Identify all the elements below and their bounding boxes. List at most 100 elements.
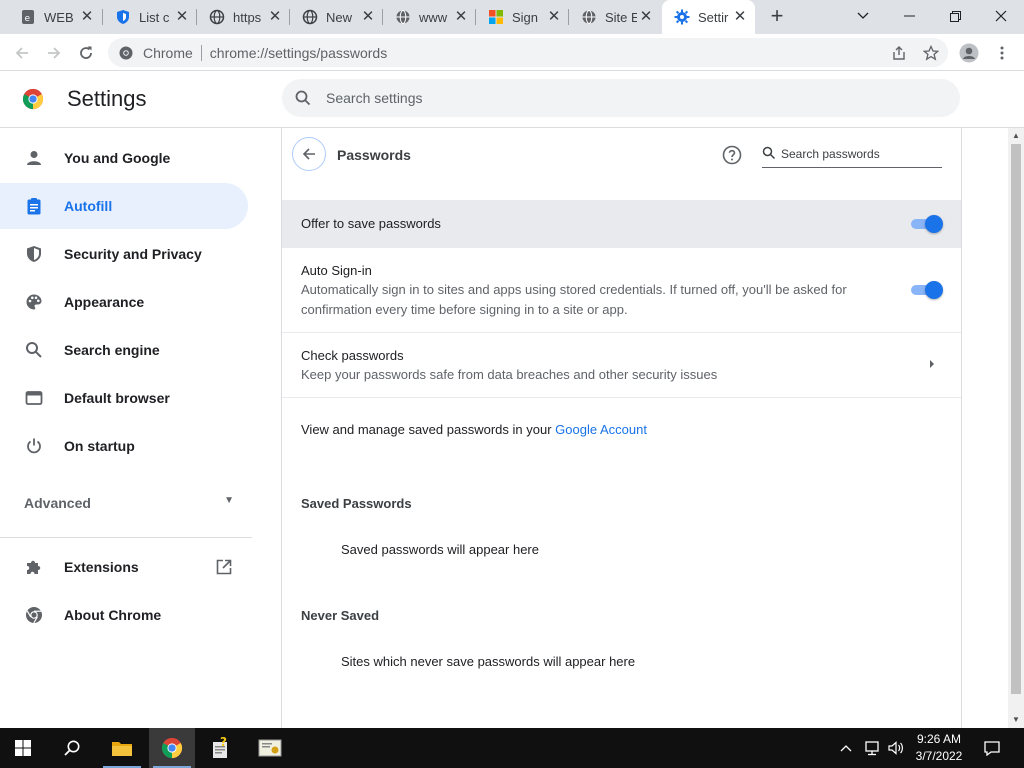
sidebar-item-extensions[interactable]: Extensions [0,544,248,590]
network-button[interactable] [860,728,884,768]
chrome-site-icon [118,45,134,61]
offer-to-save-row[interactable]: Offer to save passwords [282,200,961,248]
help-icon[interactable] [722,145,742,165]
tab-www[interactable]: www ✕ [383,0,476,34]
scroll-up-icon[interactable]: ▲ [1012,131,1020,140]
site-chip: Chrome [143,44,193,61]
close-icon[interactable]: ✕ [359,8,377,26]
avatar-icon [959,43,979,63]
search-passwords-input[interactable]: Search passwords [762,142,942,168]
speaker-icon [888,741,903,755]
chevron-up-icon [840,745,852,752]
close-icon[interactable]: ✕ [731,8,749,26]
network-icon [865,741,879,756]
google-account-link[interactable]: Google Account [555,422,647,437]
certificate-icon [258,739,282,757]
notifications-button[interactable] [974,728,1010,768]
address-bar[interactable]: Chrome chrome://settings/passwords [108,38,948,67]
folder-icon [112,742,132,756]
reload-button[interactable] [73,40,99,66]
page-title: Settings [67,86,147,111]
search-placeholder: Search settings [326,90,423,106]
settings-sidebar: You and Google Autofill Security and Pri… [0,129,260,729]
auto-sign-in-label: Auto Sign-in [301,263,372,278]
minimize-button[interactable] [886,0,932,32]
manage-passwords-row: View and manage saved passwords in your … [282,420,961,444]
url-text[interactable]: chrome://settings/passwords [210,45,387,61]
manage-passwords-prefix: View and manage saved passwords in your [301,422,556,437]
sidebar-item-appearance[interactable]: Appearance [0,279,248,325]
arrow-right-icon [930,360,934,368]
tab-site[interactable]: Site E ✕ [569,0,661,34]
tab-title: List c [139,9,170,25]
taskbar-file-explorer[interactable] [99,728,145,768]
taskbar-app-notes[interactable]: ? [198,728,244,768]
sidebar-item-default-browser[interactable]: Default browser [0,375,248,421]
taskbar-search-button[interactable] [49,728,95,768]
clock-date[interactable]: 3/7/2022 [908,749,970,763]
close-icon[interactable]: ✕ [452,8,470,26]
close-icon[interactable]: ✕ [78,8,96,26]
volume-button[interactable] [884,728,908,768]
svg-text:?: ? [220,737,227,749]
tab-sign[interactable]: Sign ✕ [476,0,569,34]
auto-sign-in-toggle[interactable] [909,281,943,299]
sidebar-item-on-startup[interactable]: On startup [0,423,248,469]
tab-title: https [233,9,262,25]
sidebar-item-search-engine[interactable]: Search engine [0,327,248,373]
tab-list[interactable]: List c ✕ [103,0,197,34]
profile-button[interactable] [956,40,982,66]
back-button[interactable] [9,40,35,66]
menu-button[interactable] [989,40,1015,66]
back-button[interactable] [292,137,326,171]
taskbar-app-certificate[interactable] [247,728,293,768]
close-icon[interactable]: ✕ [266,8,284,26]
chrome-icon [161,737,183,759]
clock-time[interactable]: 9:26 AM [908,732,970,746]
restore-button[interactable] [932,0,978,32]
page-favicon-icon: e [20,9,36,25]
tab-web[interactable]: e WEB ✕ [8,0,102,34]
tray-overflow-button[interactable] [836,728,856,768]
forward-button[interactable] [41,40,67,66]
start-button[interactable] [0,728,46,768]
settings-header: Settings Search settings [0,71,1024,128]
settings-search-input[interactable]: Search settings [282,79,960,117]
share-button[interactable] [886,40,912,66]
new-tab-button[interactable]: + [766,5,788,28]
close-window-button[interactable] [978,0,1024,32]
page-scrollbar[interactable]: ▲ ▼ [1008,128,1024,728]
taskbar-chrome[interactable] [149,728,195,768]
close-icon[interactable]: ✕ [545,8,563,26]
tab-https[interactable]: https ✕ [197,0,290,34]
windows-icon [15,740,31,756]
manage-passwords-text: View and manage saved passwords in your … [301,422,647,437]
close-icon[interactable]: ✕ [173,8,191,26]
check-passwords-row[interactable]: Check passwords Keep your passwords safe… [282,333,961,397]
tab-new[interactable]: New ✕ [290,0,383,34]
tab-title: WEB [44,9,74,25]
close-icon[interactable]: ✕ [637,8,655,26]
sidebar-advanced-toggle[interactable]: Advanced ▼ [24,495,234,511]
tab-title: Settir [698,9,729,25]
chrome-icon [24,605,44,625]
puzzle-icon [24,557,44,577]
sidebar-item-about-chrome[interactable]: About Chrome [0,592,248,638]
toggle-knob [925,281,943,299]
sidebar-item-security[interactable]: Security and Privacy [0,231,248,277]
tab-search-button[interactable] [840,0,886,32]
clipboard-icon [24,196,44,216]
scroll-down-icon[interactable]: ▼ [1012,715,1020,724]
bookmark-button[interactable] [918,40,944,66]
search-icon [294,89,312,107]
tab-title: www [419,9,448,25]
sidebar-item-autofill[interactable]: Autofill [0,183,248,229]
tab-title: Site E [605,9,637,25]
tab-settings[interactable]: Settir ✕ [662,0,755,34]
scrollbar-thumb[interactable] [1011,144,1021,694]
sidebar-item-you-and-google[interactable]: You and Google [0,135,248,181]
sidebar-item-label: You and Google [64,150,171,166]
passwords-card: Passwords Search passwords Offer to save… [281,128,962,728]
offer-to-save-toggle[interactable] [909,215,943,233]
check-passwords-description: Keep your passwords safe from data breac… [301,367,718,382]
